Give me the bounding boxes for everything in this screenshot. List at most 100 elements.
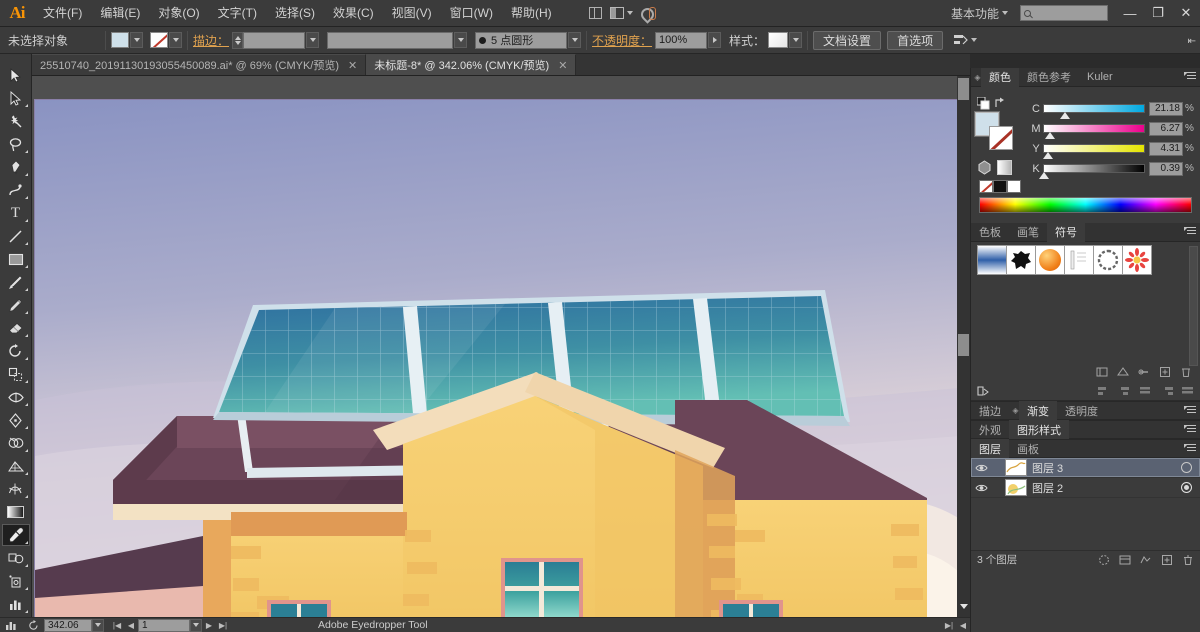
eraser-tool[interactable] (2, 317, 30, 339)
channel-value-c[interactable]: 21.18 (1149, 101, 1183, 116)
style-swatch[interactable] (768, 32, 789, 48)
slider-knob-y[interactable] (1043, 152, 1054, 159)
cmyk-slider-m[interactable]: M 6.27 % (1029, 119, 1196, 139)
bridge-icon[interactable] (635, 0, 661, 27)
symbols-panel-menu-icon[interactable] (1184, 227, 1196, 238)
artboard-number-field[interactable]: 1 (138, 618, 190, 632)
slider-track-m[interactable] (1043, 124, 1145, 139)
new-layer-icon[interactable] (1161, 554, 1173, 566)
tab-swatches[interactable]: 色板 (971, 223, 1009, 242)
document-tab-2[interactable]: 未标题-8* @ 342.06% (CMYK/预览) ✕ (366, 54, 577, 75)
new-symbol-icon[interactable] (1159, 366, 1171, 378)
swatch-white[interactable] (1007, 180, 1021, 193)
pen-tool[interactable] (2, 156, 30, 178)
document-setup-button[interactable]: 文档设置 (813, 30, 882, 50)
direct-selection-tool[interactable] (2, 87, 30, 109)
tab-artboards[interactable]: 画板 (1009, 439, 1047, 458)
menu-select[interactable]: 选择(S) (266, 0, 324, 27)
create-sublayer-icon[interactable] (1119, 554, 1131, 566)
gradient-tool[interactable] (2, 501, 30, 523)
swap-fill-stroke-icon[interactable] (994, 97, 1007, 109)
opacity-field[interactable]: 100% (655, 31, 708, 49)
artboard-dropdown[interactable] (190, 618, 202, 632)
canvas-area[interactable] (32, 76, 970, 617)
line-segment-tool[interactable] (2, 225, 30, 247)
document-tab-2-close-icon[interactable]: ✕ (558, 59, 567, 72)
layer-2-target-icon[interactable] (1181, 482, 1192, 493)
fill-swatch[interactable] (111, 32, 129, 48)
zoom-level-field[interactable]: 342.06 (44, 618, 92, 632)
stroke-dropdown[interactable] (169, 32, 182, 48)
search-input[interactable] (1020, 5, 1108, 21)
stroke-profile-dropdown[interactable] (454, 32, 468, 48)
layers-group-menu-icon[interactable] (1184, 444, 1196, 455)
make-clipping-mask-icon[interactable] (1098, 554, 1110, 566)
fill-stroke-indicator[interactable] (974, 111, 1015, 152)
menu-file[interactable]: 文件(F) (34, 0, 91, 27)
paintbrush-tool[interactable] (2, 271, 30, 293)
grayscale-ramp-icon[interactable] (997, 160, 1012, 175)
stroke-weight-dropdown[interactable] (306, 32, 320, 48)
delete-symbol-icon[interactable] (1180, 366, 1192, 378)
tab-kuler[interactable]: Kuler (1079, 68, 1121, 87)
cmyk-slider-c[interactable]: C 21.18 % (1029, 99, 1196, 119)
blend-tool[interactable] (2, 547, 30, 569)
menu-object[interactable]: 对象(O) (149, 0, 208, 27)
channel-value-k[interactable]: 0.39 (1149, 161, 1183, 176)
align-options-dropdown[interactable] (953, 33, 978, 47)
artboard[interactable] (35, 100, 960, 617)
color-panel-menu-icon[interactable] (1184, 72, 1196, 83)
layer-3-target-icon[interactable] (1181, 462, 1192, 473)
lasso-tool[interactable] (2, 133, 30, 155)
align-center-icon[interactable] (1119, 386, 1131, 397)
scroll-down-arrow-icon[interactable] (960, 604, 968, 609)
tab-color[interactable]: 颜色 (981, 67, 1019, 87)
layer-3-visibility-toggle[interactable] (973, 463, 989, 473)
screen-mode-icon[interactable] (583, 0, 609, 27)
status-expand-right-icon[interactable]: ▶| (942, 619, 956, 632)
symbol-red-flower[interactable] (1122, 245, 1152, 275)
stroke-weight-stepper[interactable] (232, 31, 244, 49)
tab-stroke[interactable]: 描边 (971, 401, 1009, 420)
symbol-ruler[interactable] (1064, 245, 1094, 275)
symbols-panel[interactable] (971, 242, 1200, 382)
stroke-group-menu-icon[interactable] (1184, 406, 1196, 417)
channel-value-m[interactable]: 6.27 (1149, 121, 1183, 136)
stroke-label[interactable]: 描边： (193, 32, 229, 49)
opacity-dropdown[interactable] (708, 32, 722, 48)
gradient-grip-icon[interactable]: ◈ (1009, 406, 1019, 415)
default-fill-stroke-icon[interactable] (977, 97, 990, 110)
layer-2-name[interactable]: 图层 2 (1032, 480, 1181, 496)
symbol-ring-wreath[interactable] (1093, 245, 1123, 275)
symbol-ink-splat[interactable] (1006, 245, 1036, 275)
color-mode-icon[interactable] (977, 160, 992, 175)
eyedropper-tool[interactable] (1, 524, 30, 546)
magic-wand-tool[interactable] (2, 110, 30, 132)
appearance-group-menu-icon[interactable] (1184, 425, 1196, 436)
style-dropdown[interactable] (789, 32, 803, 48)
align-left-icon[interactable] (1098, 386, 1110, 397)
tab-symbols[interactable]: 符号 (1047, 222, 1085, 242)
selection-tool[interactable] (2, 64, 30, 86)
slider-track-y[interactable] (1043, 144, 1145, 159)
layer-3-name[interactable]: 图层 3 (1032, 460, 1181, 476)
collect-new-layer-icon[interactable] (1140, 554, 1152, 566)
menu-type[interactable]: 文字(T) (209, 0, 266, 27)
status-rotate-icon[interactable] (22, 619, 44, 631)
swatch-none[interactable] (979, 180, 993, 193)
slider-knob-m[interactable] (1045, 132, 1056, 139)
symbol-libraries-icon[interactable] (1096, 366, 1108, 378)
preferences-button[interactable]: 首选项 (887, 30, 944, 50)
tab-brushes[interactable]: 画笔 (1009, 223, 1047, 242)
delete-layer-icon[interactable] (1182, 554, 1194, 566)
slider-knob-c[interactable] (1060, 112, 1071, 119)
document-tab-1-close-icon[interactable]: ✕ (348, 59, 357, 72)
type-tool[interactable]: T (2, 202, 30, 224)
first-page-button[interactable]: |◀ (110, 619, 124, 632)
scale-tool[interactable] (2, 363, 30, 385)
stroke-weight-field[interactable] (243, 31, 306, 49)
last-page-button[interactable]: ▶| (216, 619, 230, 632)
slider-knob-k[interactable] (1039, 172, 1050, 179)
mesh-tool[interactable] (2, 478, 30, 500)
document-tab-1[interactable]: 25510740_20191130193055450089.ai* @ 69% … (32, 54, 367, 75)
